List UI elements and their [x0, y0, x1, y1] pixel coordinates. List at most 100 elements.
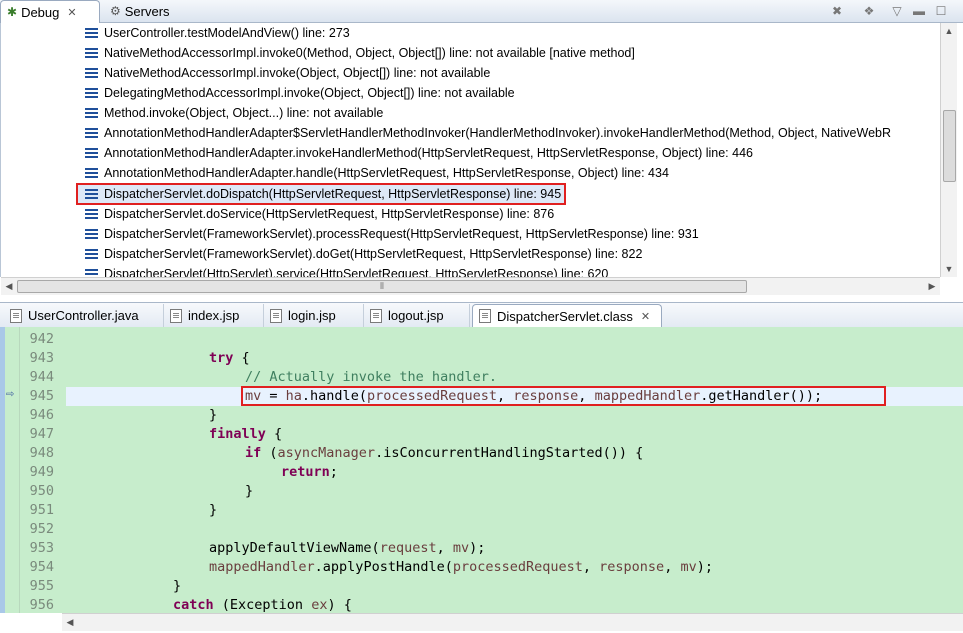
- stack-frame-label: AnnotationMethodHandlerAdapter.invokeHan…: [104, 146, 753, 160]
- editor-horizontal-scrollbar[interactable]: ◀: [62, 613, 963, 631]
- code-line-955: }: [173, 578, 182, 594]
- code-line-956: catch (Exception ex) {: [173, 597, 352, 613]
- tab-servers[interactable]: ⚙ Servers: [104, 0, 179, 22]
- stack-frame-label: DispatcherServlet(FrameworkServlet).doGe…: [104, 247, 643, 261]
- scroll-left-arrow-icon[interactable]: ◀: [62, 614, 78, 631]
- scroll-left-arrow-icon[interactable]: ◀: [1, 278, 17, 295]
- line-number: 954: [29, 559, 54, 575]
- tab-debug[interactable]: ✱ Debug ✕: [0, 0, 100, 23]
- line-number: 951: [29, 502, 54, 518]
- stack-frame-icon: [85, 167, 98, 179]
- line-number: 946: [29, 407, 54, 423]
- debug-bug-icon: ✱: [7, 5, 18, 19]
- tab-dispatcherservlet-class[interactable]: DispatcherServlet.class ✕: [472, 304, 662, 327]
- stack-frame-label: DelegatingMethodAccessorImpl.invoke(Obje…: [104, 86, 515, 100]
- tab-usercontroller-java[interactable]: UserController.java: [4, 304, 164, 327]
- maximize-icon[interactable]: ☐: [932, 2, 950, 20]
- minimize-icon[interactable]: ▬: [910, 2, 928, 20]
- stack-frame[interactable]: DelegatingMethodAccessorImpl.invoke(Obje…: [85, 83, 515, 103]
- view-menu-icon[interactable]: ▽: [888, 2, 906, 20]
- jsp-file-icon: [170, 308, 182, 323]
- stack-frame[interactable]: UserController.testModelAndView() line: …: [85, 23, 350, 43]
- stack-frame[interactable]: AnnotationMethodHandlerAdapter$ServletHa…: [85, 123, 891, 143]
- close-icon[interactable]: ✕: [67, 6, 76, 19]
- editor-tab-label: logout.jsp: [388, 308, 444, 323]
- stack-frame-label: DispatcherServlet(HttpServlet).service(H…: [104, 267, 609, 277]
- editor-tab-label: login.jsp: [288, 308, 336, 323]
- close-icon[interactable]: ✕: [641, 310, 650, 323]
- stack-frame-label: DispatcherServlet(FrameworkServlet).proc…: [104, 227, 699, 241]
- stack-frame[interactable]: NativeMethodAccessorImpl.invoke0(Method,…: [85, 43, 635, 63]
- jsp-file-icon: [270, 308, 282, 323]
- stack-frame-icon: [85, 27, 98, 39]
- tab-index-jsp[interactable]: index.jsp: [164, 304, 264, 327]
- line-number: 942: [29, 331, 54, 347]
- code-line-949: return;: [281, 464, 338, 480]
- stack-frame-icon: [85, 107, 98, 119]
- debug-view-tab-bar: ✱ Debug ✕ ⚙ Servers ✖ ❖ ▽ ▬ ☐: [0, 0, 963, 23]
- code-line-943: try {: [209, 350, 250, 366]
- stack-frame-icon: [85, 268, 98, 277]
- scrollbar-grip-icon: ⦀: [380, 281, 384, 291]
- scroll-down-arrow-icon[interactable]: ▼: [941, 261, 957, 277]
- scrollbar-thumb[interactable]: [943, 110, 956, 182]
- stack-frame[interactable]: DispatcherServlet(FrameworkServlet).doGe…: [85, 244, 642, 264]
- stack-frame-label: NativeMethodAccessorImpl.invoke(Object, …: [104, 66, 491, 80]
- stack-frame-label: NativeMethodAccessorImpl.invoke0(Method,…: [104, 46, 635, 60]
- line-number: 952: [29, 521, 54, 537]
- line-number: 953: [29, 540, 54, 556]
- stack-frame[interactable]: Method.invoke(Object, Object...) line: n…: [85, 103, 383, 123]
- stack-frame-label: DispatcherServlet.doService(HttpServletR…: [104, 207, 555, 221]
- jsp-file-icon: [370, 308, 382, 323]
- stack-frame[interactable]: AnnotationMethodHandlerAdapter.invokeHan…: [85, 143, 753, 163]
- servers-icon: ⚙: [110, 4, 121, 18]
- line-number: 948: [29, 445, 54, 461]
- scrollbar-thumb[interactable]: ⦀: [17, 280, 747, 293]
- stack-frame[interactable]: DispatcherServlet(FrameworkServlet).proc…: [85, 224, 699, 244]
- stack-frame-label: Method.invoke(Object, Object...) line: n…: [104, 106, 384, 120]
- stack-frame-icon: [85, 147, 98, 159]
- stack-frame[interactable]: DispatcherServlet.doService(HttpServletR…: [85, 204, 554, 224]
- stack-frame-icon: [85, 87, 98, 99]
- stack-frame-icon: [85, 47, 98, 59]
- stack-frame[interactable]: NativeMethodAccessorImpl.invoke(Object, …: [85, 63, 490, 83]
- code-line-950: }: [245, 483, 254, 499]
- stack-frame-icon: [85, 127, 98, 139]
- editor-tab-label: DispatcherServlet.class: [497, 308, 633, 324]
- line-number: 949: [29, 464, 54, 480]
- code-line-951: }: [209, 502, 218, 518]
- stack-frame-icon: [85, 208, 98, 220]
- scroll-up-arrow-icon[interactable]: ▲: [941, 23, 957, 39]
- code-editor[interactable]: ⇨ 942 943 944 945 946 947 948 949 950 95…: [0, 327, 963, 613]
- code-line-944: // Actually invoke the handler.: [245, 369, 497, 385]
- stack-frame-label: UserController.testModelAndView() line: …: [104, 26, 350, 40]
- line-number: 950: [29, 483, 54, 499]
- line-number: 947: [29, 426, 54, 442]
- debug-options-icon[interactable]: ❖: [860, 2, 878, 20]
- stack-frames-vertical-scrollbar[interactable]: ▲ ▼: [940, 23, 957, 277]
- stack-frames-tree: UserController.testModelAndView() line: …: [0, 23, 947, 277]
- line-number-current: 945: [29, 388, 54, 404]
- stack-frame-icon: [85, 228, 98, 240]
- code-line-946: }: [209, 407, 218, 423]
- line-number: 943: [29, 350, 54, 366]
- tab-login-jsp[interactable]: login.jsp: [264, 304, 364, 327]
- stack-frame[interactable]: AnnotationMethodHandlerAdapter.handle(Ht…: [85, 163, 669, 183]
- stack-frame-icon: [85, 188, 98, 200]
- highlight-box-current-statement: [241, 386, 886, 406]
- stack-frame-label: AnnotationMethodHandlerAdapter.handle(Ht…: [104, 166, 669, 180]
- instruction-pointer-icon: ⇨: [6, 389, 15, 400]
- code-line-953: applyDefaultViewName(request, mv);: [209, 540, 486, 556]
- tab-logout-jsp[interactable]: logout.jsp: [364, 304, 470, 327]
- scroll-right-arrow-icon[interactable]: ▶: [924, 278, 940, 295]
- code-line-954: mappedHandler.applyPostHandle(processedR…: [209, 559, 713, 575]
- stack-frames-horizontal-scrollbar[interactable]: ◀ ⦀ ▶: [1, 277, 940, 295]
- remove-all-terminated-icon[interactable]: ✖: [828, 2, 846, 20]
- java-file-icon: [10, 308, 22, 323]
- stack-frame-icon: [85, 248, 98, 260]
- line-number: 944: [29, 369, 54, 385]
- vertical-ruler: [5, 327, 20, 613]
- line-number: 956: [29, 597, 54, 613]
- stack-frame[interactable]: DispatcherServlet(HttpServlet).service(H…: [85, 264, 608, 277]
- stack-frame-selected[interactable]: DispatcherServlet.doDispatch(HttpServlet…: [75, 183, 567, 205]
